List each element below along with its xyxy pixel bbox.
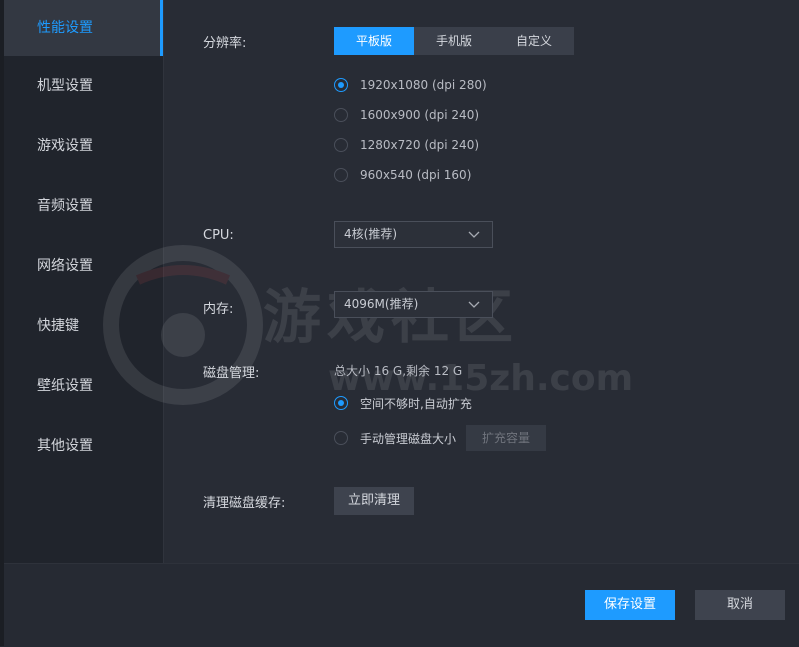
sidebar-item-network[interactable]: 网络设置 (4, 238, 163, 294)
resolution-option-960[interactable]: 960x540 (dpi 160) (334, 165, 471, 185)
sidebar-item-audio[interactable]: 音频设置 (4, 178, 163, 234)
cpu-label: CPU: (203, 228, 234, 243)
resolution-option-label: 960x540 (dpi 160) (360, 168, 472, 182)
resolution-label: 分辨率: (203, 36, 247, 51)
radio-unchecked-icon (334, 431, 348, 445)
disk-manual-option[interactable]: 手动管理磁盘大小 (334, 428, 456, 448)
sidebar-item-label: 其他设置 (37, 438, 93, 454)
clear-now-button[interactable]: 立即清理 (334, 487, 414, 515)
memory-select-value: 4096M(推荐) (344, 297, 419, 311)
disk-size-info: 总大小 16 G,剩余 12 G (334, 364, 463, 378)
sidebar-item-shortcuts[interactable]: 快捷键 (4, 298, 163, 354)
radio-checked-icon (334, 396, 348, 410)
tab-tablet[interactable]: 平板版 (334, 27, 414, 55)
sidebar-item-device-model[interactable]: 机型设置 (4, 58, 163, 114)
resolution-option-1920[interactable]: 1920x1080 (dpi 280) (334, 75, 487, 95)
disk-manual-label: 手动管理磁盘大小 (360, 431, 457, 446)
sidebar-item-other[interactable]: 其他设置 (4, 418, 163, 474)
radio-unchecked-icon (334, 138, 348, 152)
resolution-option-label: 1600x900 (dpi 240) (360, 108, 480, 122)
sidebar: 性能设置 机型设置 游戏设置 音频设置 网络设置 快捷键 壁纸设置 其他设置 (4, 0, 164, 563)
disk-auto-expand-option[interactable]: 空间不够时,自动扩充 (334, 393, 472, 413)
radio-checked-icon (334, 78, 348, 92)
sidebar-item-label: 快捷键 (37, 318, 79, 334)
sidebar-item-label: 性能设置 (37, 20, 93, 36)
sidebar-item-label: 机型设置 (37, 78, 93, 94)
cpu-select[interactable]: 4核(推荐) (334, 221, 493, 248)
cpu-select-value: 4核(推荐) (344, 227, 397, 241)
radio-unchecked-icon (334, 168, 348, 182)
chevron-down-icon (468, 231, 480, 238)
resolution-option-1600[interactable]: 1600x900 (dpi 240) (334, 105, 479, 125)
tab-custom[interactable]: 自定义 (494, 27, 574, 55)
sidebar-item-wallpaper[interactable]: 壁纸设置 (4, 358, 163, 414)
clear-cache-label: 清理磁盘缓存: (203, 496, 286, 511)
cancel-button[interactable]: 取消 (695, 590, 785, 620)
sidebar-item-game[interactable]: 游戏设置 (4, 118, 163, 174)
footer-bar (4, 563, 799, 647)
resolution-option-label: 1920x1080 (dpi 280) (360, 78, 487, 92)
memory-select[interactable]: 4096M(推荐) (334, 291, 493, 318)
expand-capacity-button[interactable]: 扩充容量 (466, 425, 546, 451)
sidebar-item-label: 游戏设置 (37, 138, 93, 154)
disk-management-label: 磁盘管理: (203, 366, 260, 381)
sidebar-item-label: 音频设置 (37, 198, 93, 214)
chevron-down-icon (468, 301, 480, 308)
radio-unchecked-icon (334, 108, 348, 122)
tab-phone[interactable]: 手机版 (414, 27, 494, 55)
save-settings-button[interactable]: 保存设置 (585, 590, 675, 620)
resolution-option-label: 1280x720 (dpi 240) (360, 138, 480, 152)
sidebar-item-performance[interactable]: 性能设置 (4, 0, 163, 56)
sidebar-item-label: 网络设置 (37, 258, 93, 274)
disk-auto-expand-label: 空间不够时,自动扩充 (360, 396, 472, 411)
sidebar-item-label: 壁纸设置 (37, 378, 93, 394)
resolution-option-1280[interactable]: 1280x720 (dpi 240) (334, 135, 479, 155)
memory-label: 内存: (203, 302, 234, 317)
resolution-mode-tabs: 平板版 手机版 自定义 (334, 27, 574, 55)
